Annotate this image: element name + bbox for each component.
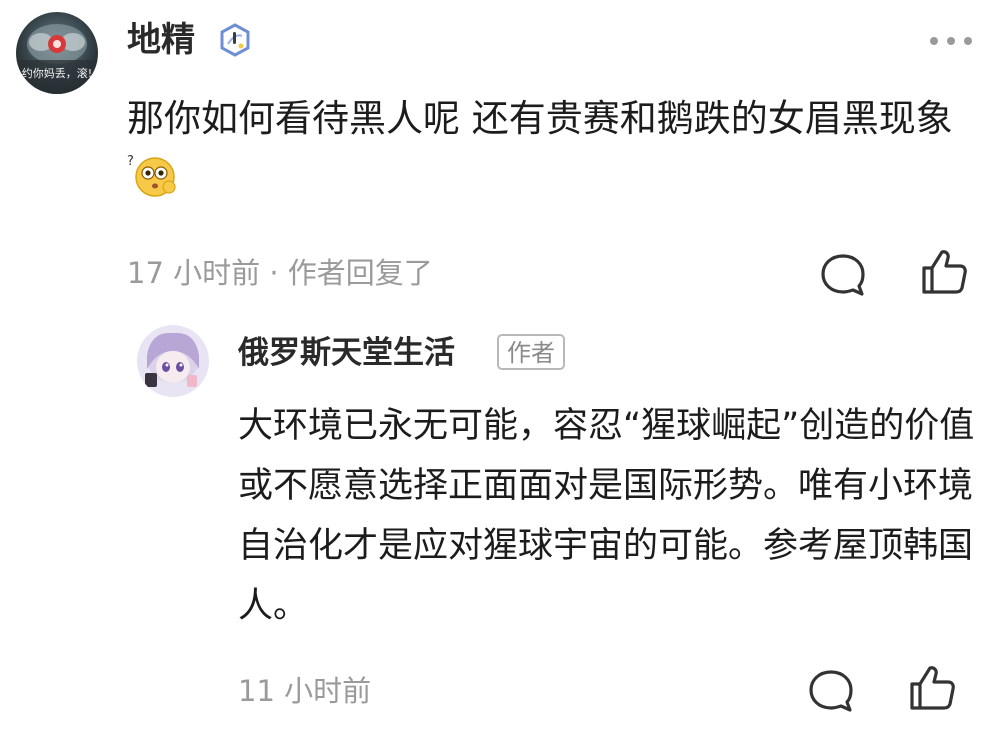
comment-text: 那你如何看待黑人呢 还有贵赛和鹅跌的女眉黑现象 ? — [127, 90, 982, 206]
author-badge: 作者 — [497, 334, 565, 370]
username[interactable]: 地精 — [127, 18, 195, 62]
reply-username[interactable]: 俄罗斯天堂生活 — [238, 333, 455, 373]
shield-badge-icon — [218, 23, 252, 57]
comment-bubble-icon[interactable] — [818, 250, 868, 300]
thumbs-up-icon[interactable] — [906, 662, 958, 714]
curious-face-emoji-icon: ? — [127, 153, 179, 197]
svg-text:?: ? — [127, 154, 134, 169]
reply-timestamp: 11 小时前 — [238, 674, 372, 708]
comment-bubble-icon[interactable] — [806, 666, 856, 716]
timestamp: 17 小时前 · 作者回复了 — [127, 256, 433, 290]
reply-avatar[interactable] — [137, 325, 209, 397]
avatar[interactable]: 约你妈丢，滚! — [16, 12, 98, 94]
comment-body: 那你如何看待黑人呢 还有贵赛和鹅跌的女眉黑现象 — [127, 97, 953, 140]
avatar-caption: 约你妈丢，滚! — [21, 67, 93, 80]
reply-text: 大环境已永无可能，容忍“猩球崛起”创造的价值或不愿意选择正面面对是国际形势。唯有… — [238, 406, 975, 626]
more-dots-icon[interactable] — [930, 35, 980, 47]
thumbs-up-icon[interactable] — [918, 246, 970, 298]
